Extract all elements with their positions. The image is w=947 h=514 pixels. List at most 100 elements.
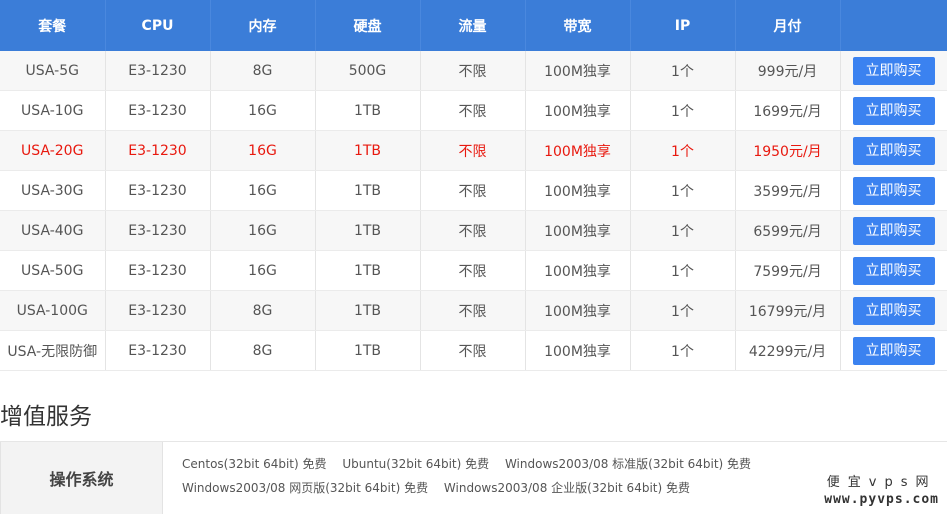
- disk-cell: 1TB: [315, 250, 421, 291]
- ram-cell: 8G: [210, 290, 316, 331]
- ip-cell: 1个: [630, 290, 736, 331]
- os-label: 操作系统: [0, 442, 163, 514]
- os-option: Ubuntu(32bit 64bit) 免费: [342, 457, 490, 471]
- plan-name: USA-10G: [0, 90, 106, 131]
- os-option: Windows2003/08 标准版(32bit 64bit) 免费: [504, 457, 752, 471]
- plan-row: USA-40G E3-1230 16G 1TB 不限 100M独享 1个 6599元/月 立即购…: [0, 210, 947, 251]
- ip-cell: 1个: [630, 210, 736, 251]
- os-line-1: Centos(32bit 64bit) 免费 Ubuntu(32bit 64bi…: [182, 452, 832, 476]
- price-cell: 42299元/月: [735, 330, 841, 371]
- col-header-ram: 内存: [210, 0, 316, 51]
- os-service-row: 操作系统 Centos(32bit 64bit) 免费 Ubuntu(32bit…: [0, 441, 947, 514]
- bandwidth-cell: 100M独享: [525, 130, 631, 171]
- traffic-cell: 不限: [420, 290, 526, 331]
- buy-now-button[interactable]: 立即购买: [852, 336, 935, 365]
- buy-now-button[interactable]: 立即购买: [852, 216, 935, 245]
- os-option: Windows2003/08 网页版(32bit 64bit) 免费: [182, 481, 429, 495]
- col-header-ip: IP: [630, 0, 736, 51]
- ram-cell: 16G: [210, 90, 316, 131]
- traffic-cell: 不限: [420, 51, 526, 91]
- value-added-title: 增值服务: [0, 404, 92, 430]
- ram-cell: 16G: [210, 210, 316, 251]
- cpu-cell: E3-1230: [105, 130, 211, 171]
- disk-cell: 1TB: [315, 170, 421, 211]
- disk-cell: 1TB: [315, 330, 421, 371]
- ip-cell: 1个: [630, 170, 736, 211]
- disk-cell: 500G: [315, 51, 421, 91]
- action-cell: 立即购买: [840, 210, 947, 251]
- action-cell: 立即购买: [840, 330, 947, 371]
- col-header-traffic: 流量: [420, 0, 526, 51]
- plan-name: USA-5G: [0, 51, 106, 91]
- cpu-cell: E3-1230: [105, 250, 211, 291]
- plan-table: 套餐 CPU 内存 硬盘 流量 带宽 IP 月付 USA-5G E3-1230 8G…: [0, 0, 947, 371]
- plan-row: USA-50G E3-1230 16G 1TB 不限 100M独享 1个 7599元/月 立即购…: [0, 250, 947, 291]
- plan-row: USA-100G E3-1230 8G 1TB 不限 100M独享 1个 16799元/月 立即…: [0, 290, 947, 331]
- plan-name: USA-30G: [0, 170, 106, 211]
- col-header-action: [840, 0, 947, 51]
- ram-cell: 16G: [210, 170, 316, 211]
- os-option: Centos(32bit 64bit) 免费: [182, 457, 327, 471]
- plan-name: USA-20G: [0, 130, 106, 171]
- bandwidth-cell: 100M独享: [525, 90, 631, 131]
- plan-row: USA-30G E3-1230 16G 1TB 不限 100M独享 1个 3599元/月 立即购…: [0, 170, 947, 211]
- price-cell: 6599元/月: [735, 210, 841, 251]
- bandwidth-cell: 100M独享: [525, 290, 631, 331]
- cpu-cell: E3-1230: [105, 210, 211, 251]
- buy-now-button[interactable]: 立即购买: [852, 296, 935, 325]
- price-cell: 7599元/月: [735, 250, 841, 291]
- cpu-cell: E3-1230: [105, 290, 211, 331]
- bandwidth-cell: 100M独享: [525, 210, 631, 251]
- action-cell: 立即购买: [840, 290, 947, 331]
- col-header-bandwidth: 带宽: [525, 0, 631, 51]
- traffic-cell: 不限: [420, 170, 526, 211]
- watermark-name: 便宜vps网: [826, 475, 937, 490]
- col-header-disk: 硬盘: [315, 0, 421, 51]
- buy-now-button[interactable]: 立即购买: [852, 256, 935, 285]
- plan-name: USA-50G: [0, 250, 106, 291]
- buy-now-button[interactable]: 立即购买: [852, 56, 935, 85]
- watermark: 便宜vps网 www.pyvps.com: [824, 474, 939, 508]
- col-header-price: 月付: [735, 0, 841, 51]
- bandwidth-cell: 100M独享: [525, 51, 631, 91]
- plan-row: USA-5G E3-1230 8G 500G 不限 100M独享 1个 999元/月 立即购买: [0, 51, 947, 91]
- plan-name: USA-40G: [0, 210, 106, 251]
- ip-cell: 1个: [630, 130, 736, 171]
- traffic-cell: 不限: [420, 130, 526, 171]
- col-header-plan: 套餐: [0, 0, 106, 51]
- price-cell: 3599元/月: [735, 170, 841, 211]
- action-cell: 立即购买: [840, 130, 947, 171]
- bandwidth-cell: 100M独享: [525, 250, 631, 291]
- disk-cell: 1TB: [315, 130, 421, 171]
- plan-name: USA-无限防御: [0, 330, 106, 371]
- os-option: Windows2003/08 企业版(32bit 64bit) 免费: [443, 481, 690, 495]
- action-cell: 立即购买: [840, 170, 947, 211]
- price-cell: 999元/月: [735, 51, 841, 91]
- buy-now-button[interactable]: 立即购买: [852, 96, 935, 125]
- traffic-cell: 不限: [420, 330, 526, 371]
- os-line-2: Windows2003/08 网页版(32bit 64bit) 免费 Windo…: [182, 476, 832, 500]
- buy-now-button[interactable]: 立即购买: [852, 136, 935, 165]
- ram-cell: 16G: [210, 130, 316, 171]
- ram-cell: 16G: [210, 250, 316, 291]
- price-cell: 16799元/月: [735, 290, 841, 331]
- disk-cell: 1TB: [315, 290, 421, 331]
- ip-cell: 1个: [630, 330, 736, 371]
- bandwidth-cell: 100M独享: [525, 170, 631, 211]
- col-header-cpu: CPU: [105, 0, 211, 51]
- plan-name: USA-100G: [0, 290, 106, 331]
- plan-row: USA-10G E3-1230 16G 1TB 不限 100M独享 1个 1699元/月 立即购…: [0, 90, 947, 131]
- ip-cell: 1个: [630, 90, 736, 131]
- cpu-cell: E3-1230: [105, 51, 211, 91]
- cpu-cell: E3-1230: [105, 90, 211, 131]
- action-cell: 立即购买: [840, 51, 947, 91]
- ip-cell: 1个: [630, 250, 736, 291]
- traffic-cell: 不限: [420, 250, 526, 291]
- ram-cell: 8G: [210, 330, 316, 371]
- traffic-cell: 不限: [420, 210, 526, 251]
- ram-cell: 8G: [210, 51, 316, 91]
- plan-row: USA-无限防御 E3-1230 8G 1TB 不限 100M独享 1个 42299元/月 立即…: [0, 330, 947, 371]
- bandwidth-cell: 100M独享: [525, 330, 631, 371]
- cpu-cell: E3-1230: [105, 330, 211, 371]
- buy-now-button[interactable]: 立即购买: [852, 176, 935, 205]
